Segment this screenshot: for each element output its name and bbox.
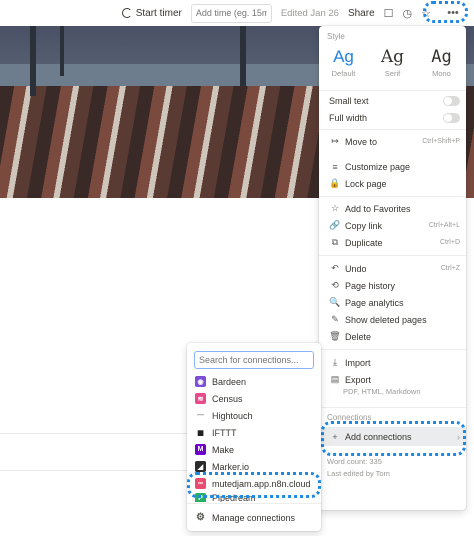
import-icon: ⤓ xyxy=(333,357,337,367)
small-text-toggle[interactable]: Small text xyxy=(319,92,466,109)
connections-section-label: Connections xyxy=(327,413,372,422)
divider xyxy=(0,470,190,471)
n8n-icon: ∞ xyxy=(195,478,206,489)
bardeen-icon: ◉ xyxy=(195,376,206,387)
comment-icon[interactable]: ☐ xyxy=(384,7,394,20)
style-section-label: Style xyxy=(327,32,345,41)
clock-icon[interactable]: ◷ xyxy=(403,7,413,20)
add-time-input[interactable] xyxy=(190,3,272,23)
connection-item-census[interactable]: ≋ Census xyxy=(187,390,321,407)
chevron-right-icon: › xyxy=(457,431,460,442)
manage-connections-button[interactable]: ⚙ Manage connections xyxy=(187,509,321,526)
share-button[interactable]: Share xyxy=(348,8,375,19)
duplicate-icon: ⧉ xyxy=(331,237,339,247)
export-icon: ▤ xyxy=(330,374,340,384)
toggle-switch[interactable] xyxy=(443,112,460,123)
customize-icon: ≡ xyxy=(332,161,338,172)
star-icon: ☆ xyxy=(330,203,340,213)
full-width-toggle[interactable]: Full width xyxy=(319,109,466,126)
start-timer-label: Start timer xyxy=(135,7,182,19)
menu-item-undo[interactable]: ↶ Undo Ctrl+Z xyxy=(319,260,466,277)
top-bar: Start timer Edited Jan 26 Share ☐ ◷ ☆ ••… xyxy=(0,0,474,26)
font-options: Ag Default Ag Serif Ag Mono xyxy=(319,46,466,78)
edited-date: Edited Jan 26 xyxy=(280,7,339,19)
connection-item-hightouch[interactable]: — Hightouch xyxy=(187,407,321,424)
menu-item-copy-link[interactable]: 🔗 Copy link Ctrl+Alt+L xyxy=(319,217,466,234)
highlight-ring xyxy=(423,1,468,23)
menu-item-delete[interactable]: 🗑 Delete xyxy=(319,328,466,345)
connection-item-pipedream[interactable]: P Pipedream xyxy=(187,493,321,502)
connections-submenu: ◉ Bardeen ≋ Census — Hightouch ▦ IFTTT M… xyxy=(187,343,321,531)
connections-search-input[interactable] xyxy=(194,351,314,369)
menu-item-add-connections[interactable]: + Add connections › xyxy=(319,427,466,446)
plus-icon: + xyxy=(332,431,338,442)
connection-item-marker-io[interactable]: ◢ Marker.io xyxy=(187,458,321,475)
last-edited: Last edited by Tom xyxy=(327,469,390,478)
ifttt-icon: ▦ xyxy=(195,427,206,438)
hightouch-icon: — xyxy=(195,410,206,421)
connection-item-bardeen[interactable]: ◉ Bardeen xyxy=(187,373,321,390)
analytics-icon: 🔍 xyxy=(329,297,341,307)
menu-item-import[interactable]: ⤓ Import xyxy=(319,354,466,371)
menu-item-duplicate[interactable]: ⧉ Duplicate Ctrl+D xyxy=(319,234,466,251)
toggle-switch[interactable] xyxy=(443,95,460,106)
deleted-pages-icon: ✎ xyxy=(331,314,339,324)
page-options-menu: Style Ag Default Ag Serif Ag Mono Small … xyxy=(319,26,466,510)
menu-item-customize-page[interactable]: ≡ Customize page xyxy=(319,158,466,175)
gear-icon: ⚙ xyxy=(195,512,206,523)
move-icon: ↦ xyxy=(331,136,339,146)
lock-icon: 🔒 xyxy=(329,178,341,188)
census-icon: ≋ xyxy=(195,393,206,404)
font-mono[interactable]: Ag Mono xyxy=(420,46,464,78)
export-formats: PDF, HTML, Markdown xyxy=(343,387,421,396)
timer-icon xyxy=(121,8,132,18)
make-icon: M xyxy=(195,444,206,455)
font-serif[interactable]: Ag Serif xyxy=(371,46,415,78)
menu-item-show-deleted-pages[interactable]: ✎ Show deleted pages xyxy=(319,311,466,328)
divider xyxy=(0,433,190,434)
pipedream-icon: P xyxy=(195,493,206,502)
connection-item-ifttt[interactable]: ▦ IFTTT xyxy=(187,424,321,441)
word-count: Word count: 335 xyxy=(327,457,382,466)
link-icon: 🔗 xyxy=(329,220,341,230)
menu-item-lock-page[interactable]: 🔒 Lock page xyxy=(319,175,466,192)
menu-item-move-to[interactable]: ↦ Move to Ctrl+Shift+P xyxy=(319,133,466,150)
menu-item-export[interactable]: ▤ Export xyxy=(319,371,466,388)
trash-icon: 🗑 xyxy=(329,331,341,341)
connection-item-n8n[interactable]: ∞ mutedjam.app.n8n.cloud xyxy=(187,475,321,492)
connection-item-make[interactable]: M Make xyxy=(187,441,321,458)
undo-icon: ↶ xyxy=(331,263,339,273)
menu-item-page-analytics[interactable]: 🔍 Page analytics xyxy=(319,294,466,311)
start-timer-button[interactable]: Start timer xyxy=(121,7,182,19)
menu-item-add-to-favorites[interactable]: ☆ Add to Favorites xyxy=(319,200,466,217)
menu-item-page-history[interactable]: ⟲ Page history xyxy=(319,277,466,294)
history-icon: ⟲ xyxy=(331,280,339,290)
font-default[interactable]: Ag Default xyxy=(322,46,366,78)
marker-io-icon: ◢ xyxy=(195,461,206,472)
